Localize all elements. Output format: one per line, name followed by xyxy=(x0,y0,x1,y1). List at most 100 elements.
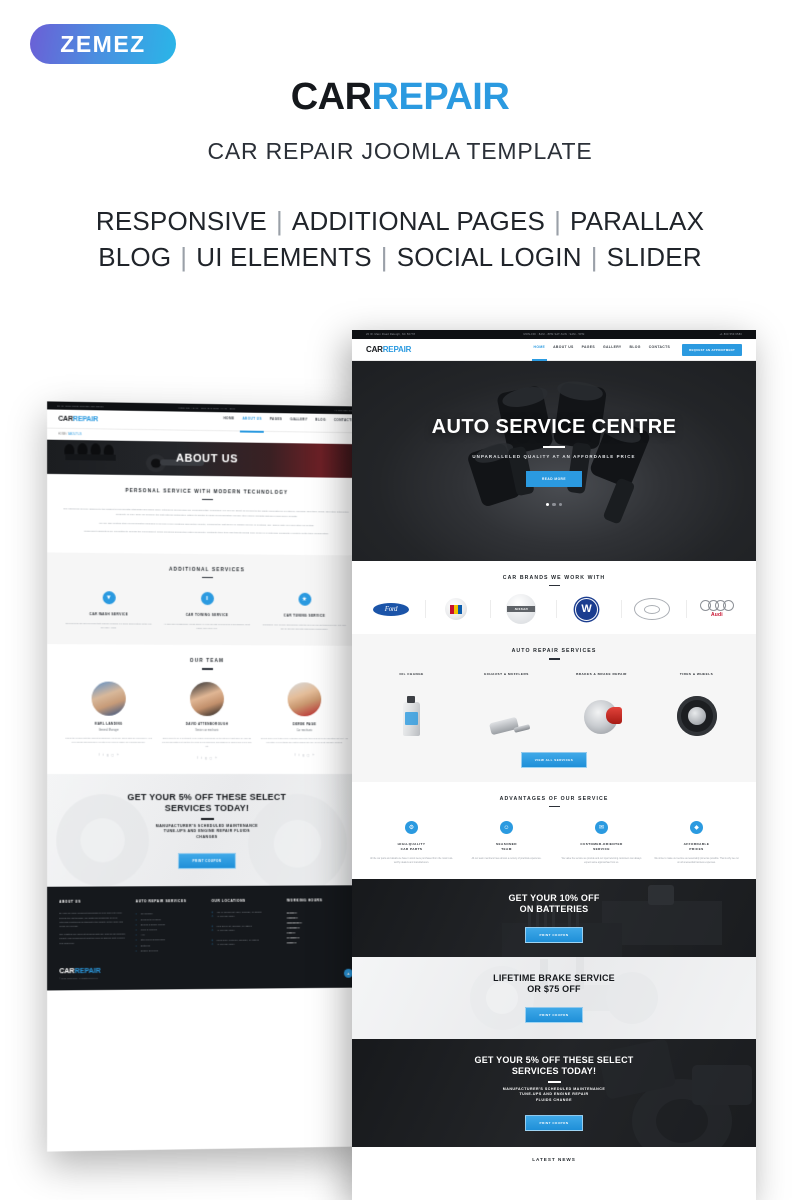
title-underline xyxy=(201,576,213,579)
nav-item-home[interactable]: HOME xyxy=(223,416,234,426)
slider-dot-1[interactable] xyxy=(545,502,550,507)
nav-item-blog[interactable]: BLOG xyxy=(315,418,325,428)
advantage-title: HIGH-QUALITY CAR PARTS xyxy=(397,842,426,852)
slider-dot-2[interactable] xyxy=(552,502,556,507)
service-tile[interactable]: TIRES & WHEELS xyxy=(649,672,744,736)
service-tile[interactable]: OIL CHANGE xyxy=(364,672,459,736)
location-phone[interactable]: +1 800 559 5580 xyxy=(211,929,277,933)
footer-logo[interactable]: CARREPAIR xyxy=(59,968,101,975)
brand-logo-nissan[interactable]: NISSAN xyxy=(490,594,544,625)
brand-logo-volkswagen[interactable]: W xyxy=(555,597,610,621)
title-underline xyxy=(548,585,560,587)
instagram-icon[interactable]: ◻ xyxy=(111,752,114,756)
nav-item-blog[interactable]: BLOG xyxy=(630,345,641,355)
slider-dots xyxy=(545,502,563,507)
facebook-icon[interactable]: f xyxy=(295,753,296,757)
google-icon[interactable]: g xyxy=(107,752,109,756)
feature-additional-pages: ADDITIONAL PAGES xyxy=(291,206,546,236)
car-brands-title: CAR BRANDS WE WORK WITH xyxy=(502,575,606,581)
batteries-promo-banner: GET YOUR 10% OFF ON BATTERIES PRINT COUP… xyxy=(352,879,756,958)
hero-read-more-button[interactable]: READ MORE xyxy=(526,470,582,487)
brand-logo-cadillac[interactable] xyxy=(425,598,479,621)
service-card[interactable]: ▼ CAR WASH SERVICE Experienced car drive… xyxy=(59,591,158,631)
feature-responsive: RESPONSIVE xyxy=(95,206,267,236)
advantage-card: ⚙ HIGH-QUALITY CAR PARTS All the car par… xyxy=(364,821,459,865)
footer-column-about: ABOUT US By now we have repaired thousan… xyxy=(59,900,126,955)
feature-social-login: SOCIAL LOGIN xyxy=(396,242,582,272)
service-card-title: CAR WASH SERVICE xyxy=(89,612,129,617)
advantage-text: We value the service we provide and our … xyxy=(561,858,642,865)
footer-locations-title: OUR LOCATIONS xyxy=(211,899,246,904)
google-icon[interactable]: g xyxy=(205,756,207,760)
service-card-text: Transform your vehicle appearance with t… xyxy=(262,624,347,631)
service-tile[interactable]: EXHAUST & MUFFLERS xyxy=(459,672,554,736)
rss-icon[interactable]: » xyxy=(117,752,119,756)
navbar-logo[interactable]: CARREPAIR xyxy=(58,415,98,423)
footer-service-item[interactable]: Engine Services xyxy=(136,948,203,954)
footer-hours-day: SUNDAY xyxy=(286,941,297,945)
service-card[interactable]: ‖ CAR TOWING SERVICE All cars can occasi… xyxy=(158,592,256,632)
google-icon[interactable]: g xyxy=(302,753,304,757)
nav-item-about-us[interactable]: ABOUT US xyxy=(553,345,574,355)
location-phone[interactable]: +1 800 559 5580 xyxy=(211,943,277,947)
tag-icon: ◆ xyxy=(690,821,703,835)
wash-icon: ▼ xyxy=(102,591,116,605)
team-grid: KARL LANDING General Manager Karl is the… xyxy=(59,681,353,761)
service-card[interactable]: ★ CAR TUNING SERVICE Transform your vehi… xyxy=(256,592,353,633)
twitter-icon[interactable]: t xyxy=(103,752,104,756)
about-promo-subtitle: MANUFACTURER'S SCHEDULED MAINTENANCE TUN… xyxy=(155,823,259,839)
brakes-promo-title: LIFETIME BRAKE SERVICE OR $75 OFF xyxy=(493,973,615,995)
select-promo-subtitle: MANUFACTURER'S SCHEDULED MAINTENANCE TUN… xyxy=(502,1086,606,1102)
nav-item-home[interactable]: HOME xyxy=(531,345,547,361)
team-member-bio: Derek joined our team a few years ago an… xyxy=(260,738,348,744)
topbar-address: 20 W. Main Road Raleigh, NC 56778 xyxy=(366,333,416,336)
instagram-icon[interactable]: ◻ xyxy=(210,756,212,760)
breadcrumb-home[interactable]: HOME xyxy=(58,433,66,436)
nav-item-gallery[interactable]: GALLERY xyxy=(290,417,307,427)
facebook-icon[interactable]: f xyxy=(197,756,198,760)
location-phone[interactable]: +1 800 559 5580 xyxy=(211,915,277,919)
service-card-text: All cars can occasionally break down. If… xyxy=(163,623,251,631)
request-appointment-button[interactable]: REQUEST AN APPOINTMENT xyxy=(682,343,742,356)
brand-logo-toyota[interactable] xyxy=(620,598,675,621)
rss-icon[interactable]: » xyxy=(312,753,314,757)
nav-item-about-us[interactable]: ABOUT US xyxy=(242,417,261,427)
tow-icon: ‖ xyxy=(200,592,214,606)
auto-repair-services-section: AUTO REPAIR SERVICES OIL CHANGE EXHAUST … xyxy=(352,634,756,782)
nav-item-pages[interactable]: PAGES xyxy=(582,345,595,355)
page-title-banner: ABOUT US xyxy=(47,439,365,479)
team-member-role: Car mechanic xyxy=(296,729,313,733)
nav-item-pages[interactable]: PAGES xyxy=(270,417,283,427)
navbar-logo[interactable]: CARREPAIR xyxy=(366,345,411,354)
title-underline xyxy=(201,498,213,501)
print-coupon-button[interactable]: PRINT COUPON xyxy=(525,1115,583,1132)
facebook-icon[interactable]: f xyxy=(99,752,100,756)
view-all-services-button[interactable]: VIEW ALL SERVICES xyxy=(520,751,588,768)
site-footer: ABOUT US By now we have repaired thousan… xyxy=(47,885,365,991)
rss-icon[interactable]: » xyxy=(215,756,217,760)
footer-location: 411 W Church St #200, Orlando, FL 32802 … xyxy=(211,911,277,919)
instagram-icon[interactable]: ◻ xyxy=(307,753,309,757)
slider-dot-3[interactable] xyxy=(558,502,563,507)
feature-list: RESPONSIVE | ADDITIONAL PAGES | PARALLAX BLO… xyxy=(0,203,800,275)
twitter-icon[interactable]: t xyxy=(299,753,300,757)
brand-logo-audi[interactable]: Audi xyxy=(685,598,740,620)
additional-services-title: ADDITIONAL SERVICES xyxy=(169,567,245,574)
team-member-name: DAVID ATTENBOROUGH xyxy=(185,721,229,726)
print-coupon-button[interactable]: PRINT COUPON xyxy=(525,927,583,944)
nav-item-contacts[interactable]: CONTACTS xyxy=(334,418,354,428)
batteries-promo-button-wrap: PRINT COUPON xyxy=(525,923,583,944)
nav-item-gallery[interactable]: GALLERY xyxy=(603,345,622,355)
twitter-icon[interactable]: t xyxy=(201,756,202,760)
print-coupon-button[interactable]: PRINT COUPON xyxy=(525,1007,583,1024)
service-tile[interactable]: BRAKES & BRAKE REPAIR xyxy=(554,672,649,736)
brand-logo-ford[interactable]: Ford xyxy=(368,598,414,620)
hero-underline xyxy=(543,445,565,448)
nav-item-contacts[interactable]: CONTACTS xyxy=(649,345,670,355)
team-member: DAVID ATTENBOROUGH Senior car mechanic D… xyxy=(158,681,256,760)
advantage-card: ✉ CUSTOMER-ORIENTED SERVICE We value the… xyxy=(554,821,649,865)
print-coupon-button[interactable]: PRINT COUPON xyxy=(178,852,236,869)
title-underline xyxy=(548,658,560,660)
brake-parts-illustration xyxy=(470,957,658,1031)
select-promo-button-wrap: PRINT COUPON xyxy=(525,1111,583,1132)
